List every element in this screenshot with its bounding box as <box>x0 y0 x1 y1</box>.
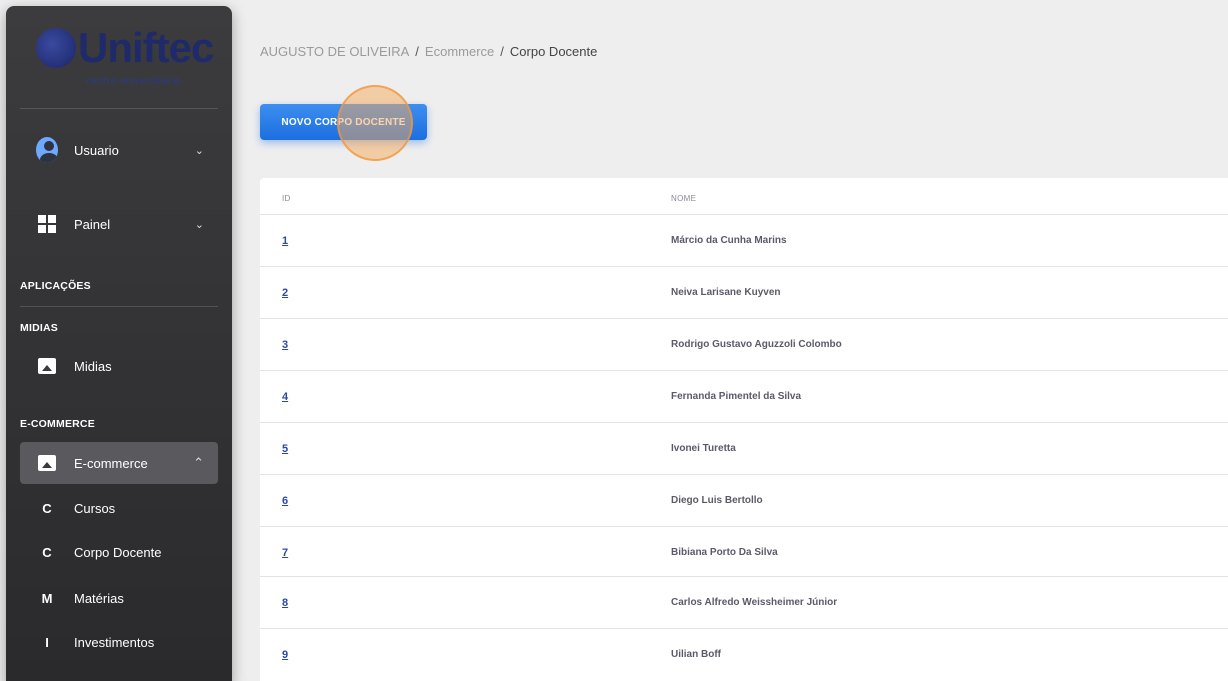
submenu-letter: I <box>45 634 49 650</box>
avatar-icon <box>36 137 58 163</box>
row-id-link[interactable]: 8 <box>282 597 288 609</box>
divider <box>20 306 218 307</box>
sidebar-item-ecommerce[interactable]: E-commerce ⌃ <box>20 442 218 484</box>
breadcrumb-separator: / <box>415 44 419 59</box>
sidebar: Uniftec centro universitário Usuario ⌄ P… <box>6 6 232 681</box>
row-id-link[interactable]: 1 <box>282 235 288 247</box>
image-icon <box>36 452 58 474</box>
submenu-label: Corpo Docente <box>74 544 162 560</box>
divider <box>20 108 218 109</box>
breadcrumb-section[interactable]: Ecommerce <box>425 44 494 59</box>
table-row[interactable]: 1 Márcio da Cunha Marins <box>260 214 1228 266</box>
breadcrumb-user[interactable]: AUGUSTO DE OLIVEIRA <box>260 44 409 59</box>
row-id-link[interactable]: 2 <box>282 287 288 299</box>
sidebar-item-label: E-commerce <box>74 455 148 471</box>
table-row[interactable]: 9 Uilian Boff <box>260 628 1228 680</box>
section-title-ecommerce: E-COMMERCE <box>20 418 95 430</box>
row-id-link[interactable]: 3 <box>282 339 288 351</box>
submenu-letter: C <box>42 544 52 560</box>
sidebar-item-midias[interactable]: Midias <box>20 346 218 386</box>
breadcrumb-current: Corpo Docente <box>509 44 598 59</box>
row-name: Ivonei Turetta <box>671 443 736 454</box>
row-name: Carlos Alfredo Weissheimer Júnior <box>671 597 838 608</box>
chevron-up-icon: ⌃ <box>193 455 204 470</box>
image-icon <box>36 355 58 377</box>
row-id-link[interactable]: 9 <box>282 649 288 661</box>
submenu-item-materias[interactable]: M Matérias <box>20 580 218 616</box>
table-row[interactable]: 6 Diego Luis Bertollo <box>260 474 1228 526</box>
table-row[interactable]: 4 Fernanda Pimentel da Silva <box>260 370 1228 422</box>
submenu-label: Investimentos <box>74 634 155 650</box>
submenu-label: Cursos <box>74 500 116 516</box>
row-name: Fernanda Pimentel da Silva <box>671 391 802 402</box>
logo[interactable]: Uniftec centro universitário <box>6 6 232 106</box>
row-name: Neiva Larisane Kuyven <box>671 287 781 298</box>
table-row[interactable]: 3 Rodrigo Gustavo Aguzzoli Colombo <box>260 318 1228 370</box>
dashboard-icon <box>36 213 58 235</box>
table-row[interactable]: 5 Ivonei Turetta <box>260 422 1228 474</box>
table-row[interactable]: 8 Carlos Alfredo Weissheimer Júnior <box>260 576 1228 628</box>
row-id-link[interactable]: 7 <box>282 547 288 559</box>
submenu-item-cursos[interactable]: C Cursos <box>20 490 218 526</box>
section-title-aplicacoes: APLICAÇÕES <box>20 280 91 292</box>
column-header-id[interactable]: ID <box>282 194 291 203</box>
logo-subtitle: centro universitário <box>86 76 181 87</box>
user-label: Usuario <box>74 142 119 158</box>
sidebar-item-label: Painel <box>74 216 111 232</box>
data-table: ID NOME 1 Márcio da Cunha Marins 2 Neiva… <box>260 178 1228 681</box>
row-name: Rodrigo Gustavo Aguzzoli Colombo <box>671 339 842 350</box>
row-id-link[interactable]: 6 <box>282 495 288 507</box>
row-id-link[interactable]: 5 <box>282 443 288 455</box>
chevron-down-icon: ⌄ <box>194 218 204 231</box>
row-name: Diego Luis Bertollo <box>671 495 763 506</box>
table-row[interactable]: 2 Neiva Larisane Kuyven <box>260 266 1228 318</box>
table-row[interactable]: 7 Bibiana Porto Da Silva <box>260 526 1228 578</box>
row-id-link[interactable]: 4 <box>282 391 288 403</box>
row-name: Uilian Boff <box>671 649 721 660</box>
column-header-name[interactable]: NOME <box>671 194 696 203</box>
chevron-down-icon: ⌄ <box>194 144 204 157</box>
new-corpo-docente-button[interactable]: NOVO CORPO DOCENTE <box>260 104 427 140</box>
sidebar-item-painel[interactable]: Painel ⌄ <box>20 204 218 244</box>
submenu-letter: M <box>41 590 53 606</box>
row-name: Bibiana Porto Da Silva <box>671 547 778 558</box>
sidebar-item-label: Midias <box>74 358 112 374</box>
breadcrumb-separator: / <box>500 44 504 59</box>
row-name: Márcio da Cunha Marins <box>671 235 787 246</box>
submenu-label: Matérias <box>74 590 124 606</box>
submenu-item-investimentos[interactable]: I Investimentos <box>20 624 218 660</box>
logo-word: Uniftec <box>78 24 214 71</box>
breadcrumb: AUGUSTO DE OLIVEIRA / Ecommerce / Corpo Doce… <box>260 44 597 59</box>
submenu-letter: C <box>42 500 52 516</box>
user-menu[interactable]: Usuario ⌄ <box>20 130 218 170</box>
section-title-midias: MIDIAS <box>20 322 58 334</box>
logo-globe-icon <box>36 28 76 68</box>
submenu-item-corpo-docente[interactable]: C Corpo Docente <box>20 534 218 570</box>
